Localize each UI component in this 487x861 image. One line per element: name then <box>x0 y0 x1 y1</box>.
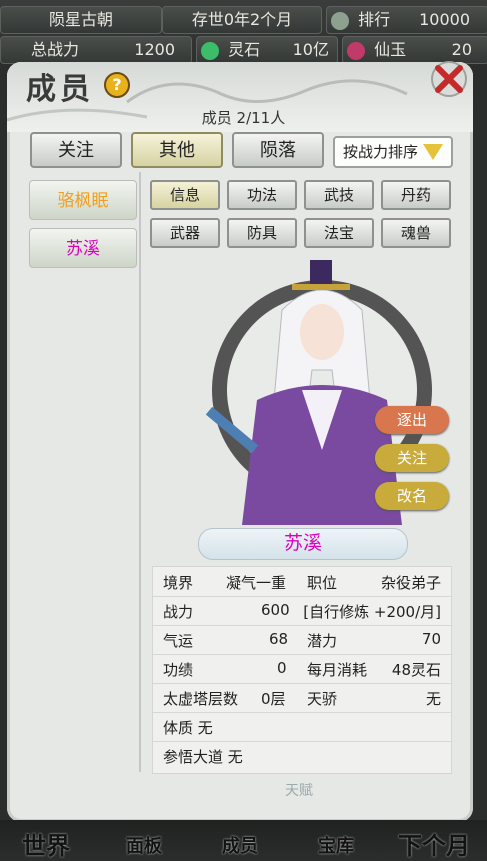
tab-other[interactable]: 其他 <box>131 132 223 168</box>
spirit-stone-label: 灵石 <box>228 40 261 59</box>
stats-row: 气运 68 潜力 70 <box>153 625 451 655</box>
member-item-1[interactable]: 骆枫眠 <box>29 180 137 220</box>
cultivate-value: [自行修炼 +200/月] <box>303 603 441 621</box>
immortal-jade-icon <box>347 41 365 60</box>
stats-row: 太虚塔层数 0层 天骄 无 <box>153 683 451 713</box>
luck-value: 68 <box>269 630 289 648</box>
total-power-label: 总战力 <box>31 40 80 59</box>
member-count: 成员 2/11人 <box>201 109 286 127</box>
spirit-stone-icon <box>201 41 219 60</box>
game-time: 存世0年2个月 <box>191 10 293 29</box>
rank-icon <box>331 11 349 30</box>
sort-dropdown[interactable]: 按战力排序 <box>333 136 453 168</box>
cost-value: 48灵石 <box>391 661 441 679</box>
luck-label: 气运 <box>163 632 194 650</box>
rank-label: 排行 <box>358 10 391 29</box>
genius-label: 天骄 <box>307 690 338 708</box>
cost-label: 每月消耗 <box>307 661 368 679</box>
merit-value: 0 <box>277 659 287 677</box>
member-list: 骆枫眠 苏溪 <box>23 172 141 772</box>
subtab-armor[interactable]: 防具 <box>227 218 297 248</box>
selected-member-name: 苏溪 <box>198 528 408 560</box>
realm-label: 境界 <box>163 574 194 592</box>
rename-button[interactable]: 改名 <box>375 482 449 510</box>
total-power-value: 1200 <box>134 40 175 59</box>
nav-world[interactable]: 世界 <box>22 826 70 861</box>
chevron-down-icon <box>423 144 443 160</box>
subtab-skills[interactable]: 功法 <box>227 180 297 210</box>
subtab-weapon[interactable]: 武器 <box>150 218 220 248</box>
nav-panel[interactable]: 面板 <box>126 832 162 858</box>
potential-value: 70 <box>421 630 441 648</box>
time-box: 存世0年2个月 <box>162 6 322 34</box>
member-name: 骆枫眠 <box>57 191 109 211</box>
follow-button[interactable]: 关注 <box>375 444 449 472</box>
world-name-box: 陨星古朝 <box>0 6 162 34</box>
potential-label: 潜力 <box>307 632 338 650</box>
tower-value: 0层 <box>261 690 286 708</box>
nav-members[interactable]: 成员 <box>222 832 258 858</box>
subtab-martial[interactable]: 武技 <box>304 180 374 210</box>
nav-treasury[interactable]: 宝库 <box>318 832 354 858</box>
stats-row: 功绩 0 每月消耗 48灵石 <box>153 654 451 684</box>
realm-value: 凝气一重 <box>226 574 287 592</box>
merit-label: 功绩 <box>163 661 194 679</box>
dao-comprehension: 参悟大道 无 <box>163 748 243 766</box>
rank-value: 10000 <box>419 10 470 29</box>
member-item-2[interactable]: 苏溪 <box>29 228 137 268</box>
dialog-title: 成员 <box>26 72 94 107</box>
member-stats-table: 境界 凝气一重 职位 杂役弟子 战力 600 [自行修炼 +200/月] 气运 … <box>152 566 452 774</box>
spirit-stone-value: 10亿 <box>292 40 329 59</box>
immortal-jade-label: 仙玉 <box>374 40 407 59</box>
spirit-stone-box: 灵石 10亿 <box>196 36 338 64</box>
expel-button[interactable]: 逐出 <box>375 406 449 434</box>
post-value: 杂役弟子 <box>380 574 441 592</box>
stats-row: 体质 无 <box>153 712 451 742</box>
sort-label: 按战力排序 <box>343 143 419 161</box>
tab-follow[interactable]: 关注 <box>30 132 122 168</box>
rank-box[interactable]: 排行 10000 <box>326 6 487 34</box>
tower-label: 太虚塔层数 <box>163 690 239 708</box>
top-status-bar: 陨星古朝 存世0年2个月 排行 10000 总战力 1200 灵石 10亿 仙玉… <box>0 0 487 64</box>
total-power-box: 总战力 1200 <box>0 36 192 64</box>
subtab-pills[interactable]: 丹药 <box>381 180 451 210</box>
constitution: 体质 无 <box>163 719 213 737</box>
genius-value: 无 <box>425 690 441 708</box>
power-label: 战力 <box>163 603 194 621</box>
post-label: 职位 <box>307 574 338 592</box>
help-icon[interactable]: ? <box>104 72 130 98</box>
nav-next-month[interactable]: 下个月 <box>398 826 470 861</box>
member-name: 苏溪 <box>66 239 100 259</box>
subtab-info[interactable]: 信息 <box>150 180 220 210</box>
stats-row: 境界 凝气一重 职位 杂役弟子 <box>153 567 451 597</box>
stats-row: 战力 600 [自行修炼 +200/月] <box>153 596 451 626</box>
subtab-artifact[interactable]: 法宝 <box>304 218 374 248</box>
subtab-beast[interactable]: 魂兽 <box>381 218 451 248</box>
stats-row: 参悟大道 无 <box>153 741 451 770</box>
talent-label-faded: 天赋 <box>285 783 313 799</box>
tab-fallen[interactable]: 陨落 <box>232 132 324 168</box>
close-icon[interactable] <box>430 60 468 98</box>
world-name: 陨星古朝 <box>48 10 113 29</box>
power-value: 600 <box>261 601 290 619</box>
